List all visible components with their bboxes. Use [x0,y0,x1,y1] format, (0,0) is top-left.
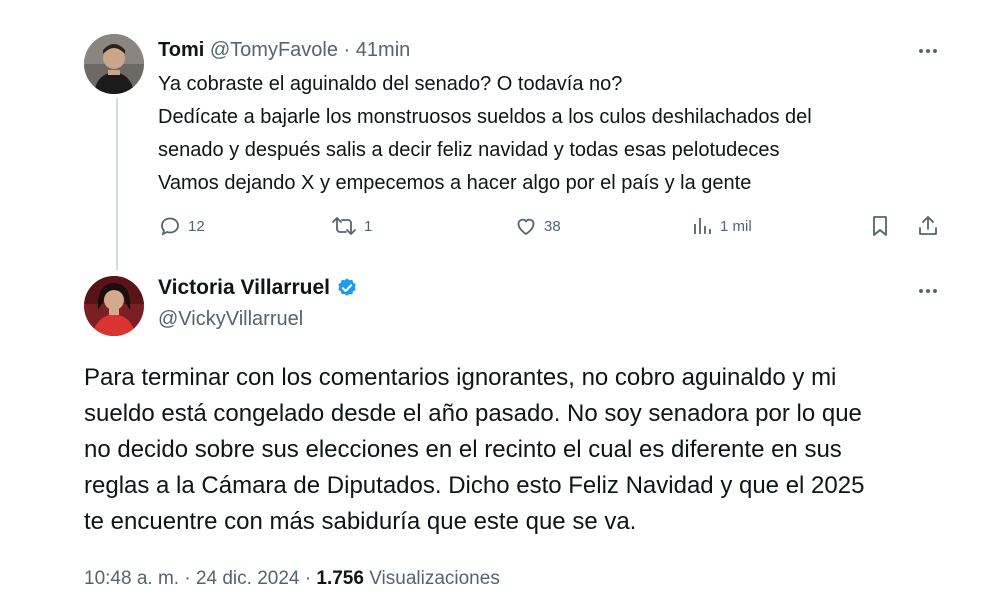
repost-button[interactable]: 1 [330,214,372,238]
main-author-name[interactable]: Victoria Villarruel [158,276,330,300]
reply-line: Vamos dejando X y empecemos a hacer algo… [158,172,752,194]
post-views-count: 1.756 [316,568,364,589]
post-metadata: 10:48 a. m. · 24 dic. 2024 · 1.756 Visua… [84,568,500,590]
main-author-handle[interactable]: @VickyVillarruel [158,308,303,331]
main-post-line: Para terminar con los comentarios ignora… [84,364,837,391]
repost-icon [332,217,356,235]
reply-header: Tomi @TomyFavole · 41min [158,38,410,62]
like-button[interactable]: 38 [514,214,561,238]
main-post-line: reglas a la Cámara de Diputados. Dicho e… [84,472,865,499]
reply-author-avatar[interactable] [84,34,144,94]
reply-button[interactable]: 12 [158,214,205,238]
main-post-line: sueldo está congelado desde el año pasad… [84,400,862,427]
verified-badge-icon[interactable] [336,277,358,299]
like-count: 38 [544,217,561,235]
main-post-line: te encuentre con más sabiduría que este … [84,508,637,535]
reply-line: Dedícate a bajarle los monstruosos sueld… [158,106,812,128]
repost-count: 1 [364,217,373,235]
meta-separator: · [304,568,312,589]
post-date[interactable]: 24 dic. 2024 [196,568,300,589]
main-more-icon[interactable] [915,286,941,296]
reply-count: 12 [188,217,205,235]
reply-header-separator: · [343,39,351,61]
reply-line: senado y después salis a decir feliz nav… [158,139,780,161]
meta-separator: · [184,568,191,589]
main-post-line: no decido sobre sus elecciones en el rec… [84,436,842,463]
reply-more-icon[interactable] [915,46,941,56]
share-button[interactable] [916,214,940,238]
post-time[interactable]: 10:48 a. m. [84,568,179,589]
main-author-avatar[interactable] [84,276,144,336]
main-post-body: Para terminar con los comentarios ignora… [84,360,964,540]
bookmark-button[interactable] [868,214,892,238]
views-icon [694,218,711,234]
main-author-row: Victoria Villarruel [158,276,358,300]
reply-time[interactable]: 41min [356,39,410,61]
views-count: 1 mil [720,217,752,235]
reply-author-handle[interactable]: @TomyFavole [210,39,338,61]
share-icon [919,216,937,235]
thread-connector-line [116,98,118,270]
reply-icon [161,217,179,236]
post-views-label: Visualizaciones [369,568,500,589]
heart-icon [517,218,535,236]
reply-action-bar: 12 1 38 1 mil [158,214,948,240]
reply-body: Ya cobraste el aguinaldo del senado? O t… [158,68,958,200]
views-button[interactable]: 1 mil [692,214,752,238]
reply-author-name[interactable]: Tomi [158,39,204,61]
bookmark-icon [873,216,887,236]
reply-line: Ya cobraste el aguinaldo del senado? O t… [158,73,623,95]
